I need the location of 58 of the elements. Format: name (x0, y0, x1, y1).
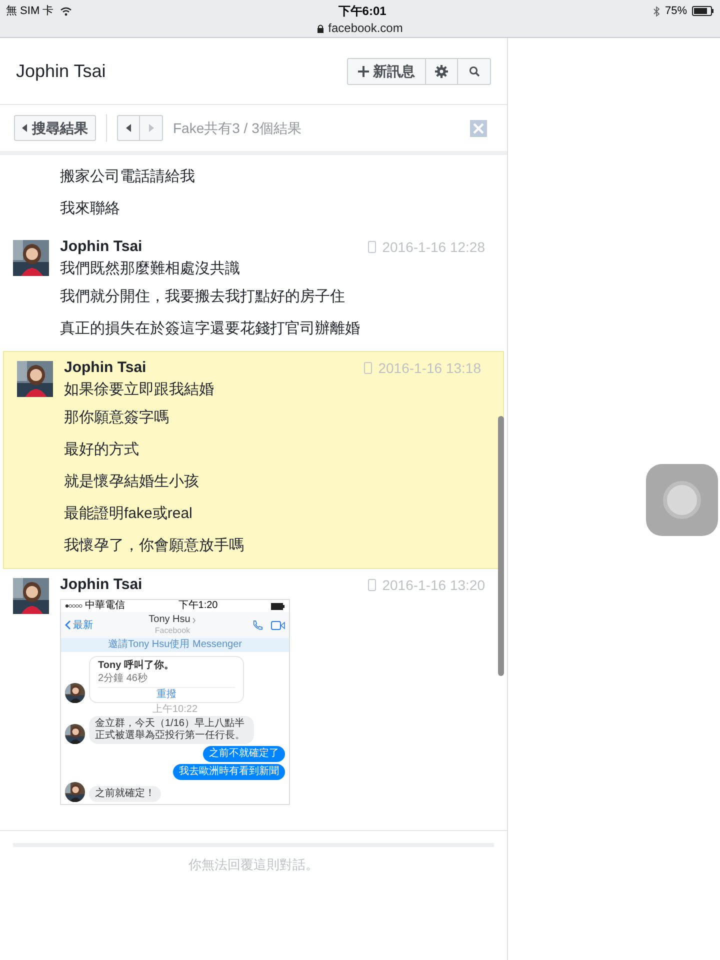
back-link[interactable]: 最新 (65, 618, 93, 632)
message-text: 我們既然那麼難相處沒共識 (60, 259, 241, 279)
sender-name: Jophin Tsai (60, 236, 142, 257)
message-text: 最能證明fake或real (64, 504, 194, 524)
message-text: 我來聯絡 (60, 199, 121, 219)
url-text: facebook.com (328, 20, 403, 37)
message-text: 就是懷孕結婚生小孩 (64, 472, 200, 492)
call-duration: 2分鐘 46秒 (98, 672, 148, 685)
carrier-text: 中華電信 (85, 601, 125, 611)
message-text: 如果徐要立即跟我結婚 (64, 380, 215, 400)
plus-icon (358, 66, 369, 76)
settings-icon (435, 64, 448, 78)
lock-icon (317, 24, 324, 32)
message-text: 那你願意簽字嗎 (64, 408, 170, 428)
clock-text: 下午1:20 (178, 601, 218, 611)
search-result-count: Fake共有3 / 3個結果 (173, 118, 302, 138)
battery-percent: 75% (664, 4, 687, 19)
chevron-icon (192, 616, 196, 624)
message-text: 我們就分開住，我要搬去我打點好的房子住 (60, 287, 346, 307)
clock-text: 下午6:01 (338, 3, 386, 20)
message-time: 2016-1-16 13:20 (382, 576, 485, 594)
video-call-icon[interactable] (271, 620, 285, 630)
assistive-touch-button[interactable] (646, 464, 718, 536)
contact-subtitle: Facebook (154, 626, 190, 636)
message-time: 2016-1-16 13:18 (378, 358, 481, 378)
search-results-button[interactable]: 搜尋結果 (14, 115, 96, 141)
sender-name: Jophin Tsai (64, 358, 146, 378)
phone-icon (364, 362, 372, 374)
call-title: Tony 呼叫了你。 (98, 659, 175, 672)
wifi-icon (60, 6, 72, 16)
reply-disabled-notice: 你無法回覆這則對話。 (188, 856, 320, 874)
signal-icon (65, 604, 83, 608)
phone-icon (368, 241, 376, 253)
message-text: 我懷孕了，你會願意放手嗎 (64, 536, 245, 556)
battery-icon (692, 6, 714, 16)
message-text: 搬家公司電話請給我 (60, 167, 196, 187)
message-text: 真正的損失在於簽這字還要花錢打官司辦離婚 (60, 319, 361, 339)
carrier-text: 無 SIM 卡 (6, 4, 54, 19)
right-caret-icon (148, 124, 154, 132)
invite-banner: 邀請Tony Hsu使用 Messenger (61, 638, 289, 652)
sender-name: Jophin Tsai (60, 574, 142, 595)
timestamp: 上午10:22 (151, 703, 199, 716)
left-caret-icon (126, 124, 131, 132)
phone-call-icon[interactable] (252, 620, 263, 630)
message-time: 2016-1-16 12:28 (382, 238, 485, 256)
contact-name: Tony Hsu (148, 614, 190, 626)
search-icon (468, 66, 480, 76)
sent-bubble: 我去歐洲時有看到新聞 (173, 764, 285, 780)
message-text: 最好的方式 (64, 440, 140, 460)
received-bubble: 之前就確定！ (89, 786, 161, 802)
conversation-title: Jophin Tsai (16, 60, 106, 83)
battery-icon (271, 602, 285, 610)
bluetooth-icon (652, 6, 660, 16)
sent-bubble: 之前不就確定了 (203, 746, 285, 762)
back-chevron-icon (65, 620, 71, 630)
phone-icon (368, 579, 376, 591)
received-bubble: 金立群，今天（1/16）早上八點半正式被選舉為亞投行第一任行長。 (89, 716, 254, 744)
left-caret-icon (22, 124, 27, 132)
